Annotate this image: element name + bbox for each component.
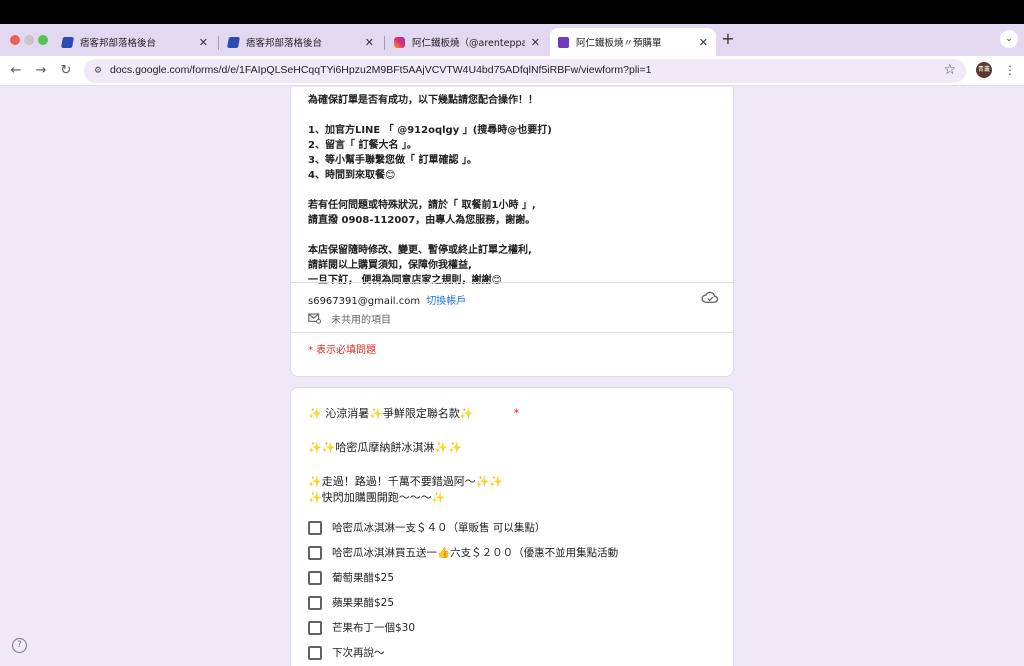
unshared-label: 未共用的項目 — [331, 315, 391, 326]
checkbox[interactable] — [308, 645, 322, 660]
question-text-line: ✨走過！路過！千萬不要錯過阿～✨✨ — [308, 475, 504, 488]
tab-title: 痞客邦部落格後台 — [246, 38, 323, 49]
profile-avatar[interactable]: 青叢 — [976, 62, 992, 78]
description-line: 請詳閱以上購買須知，保障你我權益, — [308, 260, 472, 271]
divider — [291, 282, 735, 283]
new-tab-button[interactable]: + — [720, 30, 736, 48]
url-text[interactable]: docs.google.com/forms/d/e/1FAIpQLSeHCqqT… — [110, 64, 651, 76]
tab-pixnet-1[interactable]: 痞客邦部落格後台 ✕ — [54, 28, 216, 56]
checkbox[interactable] — [308, 620, 322, 635]
instagram-icon — [394, 36, 405, 48]
checkbox[interactable] — [308, 570, 322, 585]
tab-separator — [218, 36, 219, 50]
description-line: 本店保留隨時修改、變更、暫停或終止訂單之權利, — [308, 245, 532, 256]
option-grape-vinegar[interactable]: 葡萄果醋$25 — [308, 570, 394, 585]
description-gap — [308, 183, 718, 198]
description-line: 為確保訂單是否有成功，以下幾點請您配合操作！！ — [308, 95, 538, 106]
minimize-window-button[interactable] — [24, 35, 34, 45]
account-row: s6967391@gmail.com 切換帳戶 — [308, 292, 466, 307]
option-next-time[interactable]: 下次再說～ — [308, 645, 385, 660]
option-label: 哈密瓜冰淇淋一支＄４０（單販售 可以集點） — [332, 522, 546, 534]
help-icon[interactable]: ? — [12, 638, 27, 653]
pixnet-icon — [61, 36, 74, 48]
maximize-window-button[interactable] — [38, 35, 48, 45]
option-hami-bundle[interactable]: 哈密瓜冰淇淋買五送一👍六支＄２００（優惠不並用集點活動 — [308, 545, 618, 560]
description-line: 4、時間到來取餐😊 — [308, 170, 396, 181]
cloud-saved-icon — [701, 291, 719, 303]
description-line: 請直撥 0908-112007，由專人為您服務，謝謝。 — [308, 215, 536, 226]
close-icon[interactable]: ✕ — [699, 36, 708, 49]
description-line: 若有任何問題或特殊狀況，請於「 取餐前1小時 」, — [308, 200, 536, 211]
tab-search-button[interactable]: ⌄ — [1000, 30, 1018, 48]
mail-lock-icon — [308, 313, 321, 324]
checkbox[interactable] — [308, 595, 322, 610]
close-icon[interactable]: ✕ — [365, 36, 374, 49]
reload-icon[interactable]: ↻ — [58, 63, 74, 79]
question-card: ✨ 沁涼消暑✨爭鮮限定聯名款✨ * ✨✨哈密瓜摩納餅冰淇淋✨✨ ✨走過！路過！千萬… — [290, 387, 734, 666]
tab-forms-active[interactable]: 阿仁鐵板燒〃預購單 ✕ — [550, 28, 716, 56]
description-gap — [308, 228, 718, 243]
menu-kebab-icon[interactable]: ⋮ — [1004, 62, 1016, 78]
tab-pixnet-2[interactable]: 痞客邦部落格後台 ✕ — [220, 28, 382, 56]
question-text-line: ✨快閃加購團開跑～～～✨ — [308, 491, 446, 504]
question-subtitle: ✨✨哈密瓜摩納餅冰淇淋✨✨ — [308, 441, 462, 454]
back-arrow-icon[interactable]: ← — [8, 63, 24, 79]
checkbox[interactable] — [308, 545, 322, 560]
required-asterisk: * — [513, 407, 520, 420]
description-line: 一旦下訂， 便視為同意店家之規則，謝謝😊 — [308, 275, 502, 286]
close-window-button[interactable] — [10, 35, 20, 45]
close-icon[interactable]: ✕ — [199, 36, 208, 49]
description-line: 1、加官方LINE 「 @912oqlgy 」(搜尋時@也要打) — [308, 125, 552, 136]
option-label: 葡萄果醋$25 — [332, 572, 395, 584]
description-gap — [308, 108, 718, 123]
question-title-text: ✨ 沁涼消暑✨爭鮮限定聯名款✨ — [308, 407, 474, 420]
question-title: ✨ 沁涼消暑✨爭鮮限定聯名款✨ * — [308, 405, 519, 421]
form-page: 為確保訂單是否有成功，以下幾點請您配合操作！！ 1、加官方LINE 「 @912… — [0, 87, 1024, 666]
option-label: 芒果布丁一個$30 — [332, 622, 416, 634]
account-email: s6967391@gmail.com — [308, 296, 421, 307]
required-note: * 表示必填問題 — [308, 345, 377, 356]
checkbox[interactable] — [308, 520, 322, 535]
tab-instagram[interactable]: 阿仁鐵板燒（@arenteppanyaki ✕ — [386, 28, 548, 56]
bookmark-star-icon[interactable]: ☆ — [943, 62, 956, 78]
os-menu-bar — [0, 0, 1024, 24]
option-mango-pudding[interactable]: 芒果布丁一個$30 — [308, 620, 415, 635]
description-line: 2、留言「 訂餐大名 」。 — [308, 140, 417, 151]
tab-title: 阿仁鐵板燒〃預購單 — [576, 38, 662, 49]
form-header-card: 為確保訂單是否有成功，以下幾點請您配合操作！！ 1、加官方LINE 「 @912… — [290, 87, 735, 377]
option-hami-single[interactable]: 哈密瓜冰淇淋一支＄４０（單販售 可以集點） — [308, 520, 545, 535]
option-label: 哈密瓜冰淇淋買五送一👍六支＄２００（優惠不並用集點活動 — [332, 547, 619, 559]
option-label: 蘋果果醋$25 — [332, 597, 395, 609]
divider — [291, 332, 735, 333]
tab-title: 阿仁鐵板燒（@arenteppanyaki — [412, 38, 525, 49]
tab-separator — [384, 36, 385, 50]
option-apple-vinegar[interactable]: 蘋果果醋$25 — [308, 595, 394, 610]
tab-strip: 痞客邦部落格後台 ✕ 痞客邦部落格後台 ✕ 阿仁鐵板燒（@arenteppany… — [0, 24, 1024, 56]
site-info-icon[interactable]: ⚙ — [92, 65, 104, 77]
option-label: 下次再說～ — [332, 647, 385, 659]
close-icon[interactable]: ✕ — [531, 36, 540, 49]
pixnet-icon — [227, 36, 240, 48]
forward-arrow-icon[interactable]: → — [33, 63, 49, 79]
description-line: 3、等小幫手聯繫您做「 訂單確認 」。 — [308, 155, 477, 166]
switch-account-link[interactable]: 切換帳戶 — [426, 296, 466, 307]
unshared-items: 未共用的項目 — [308, 311, 391, 326]
tab-title: 痞客邦部落格後台 — [80, 38, 157, 49]
form-description: 為確保訂單是否有成功，以下幾點請您配合操作！！ 1、加官方LINE 「 @912… — [308, 93, 718, 288]
browser-toolbar: ← → ↻ ⚙ docs.google.com/forms/d/e/1FAIpQ… — [0, 56, 1024, 86]
google-forms-icon — [558, 36, 569, 48]
address-bar[interactable]: ⚙ docs.google.com/forms/d/e/1FAIpQLSeHCq… — [84, 59, 966, 83]
